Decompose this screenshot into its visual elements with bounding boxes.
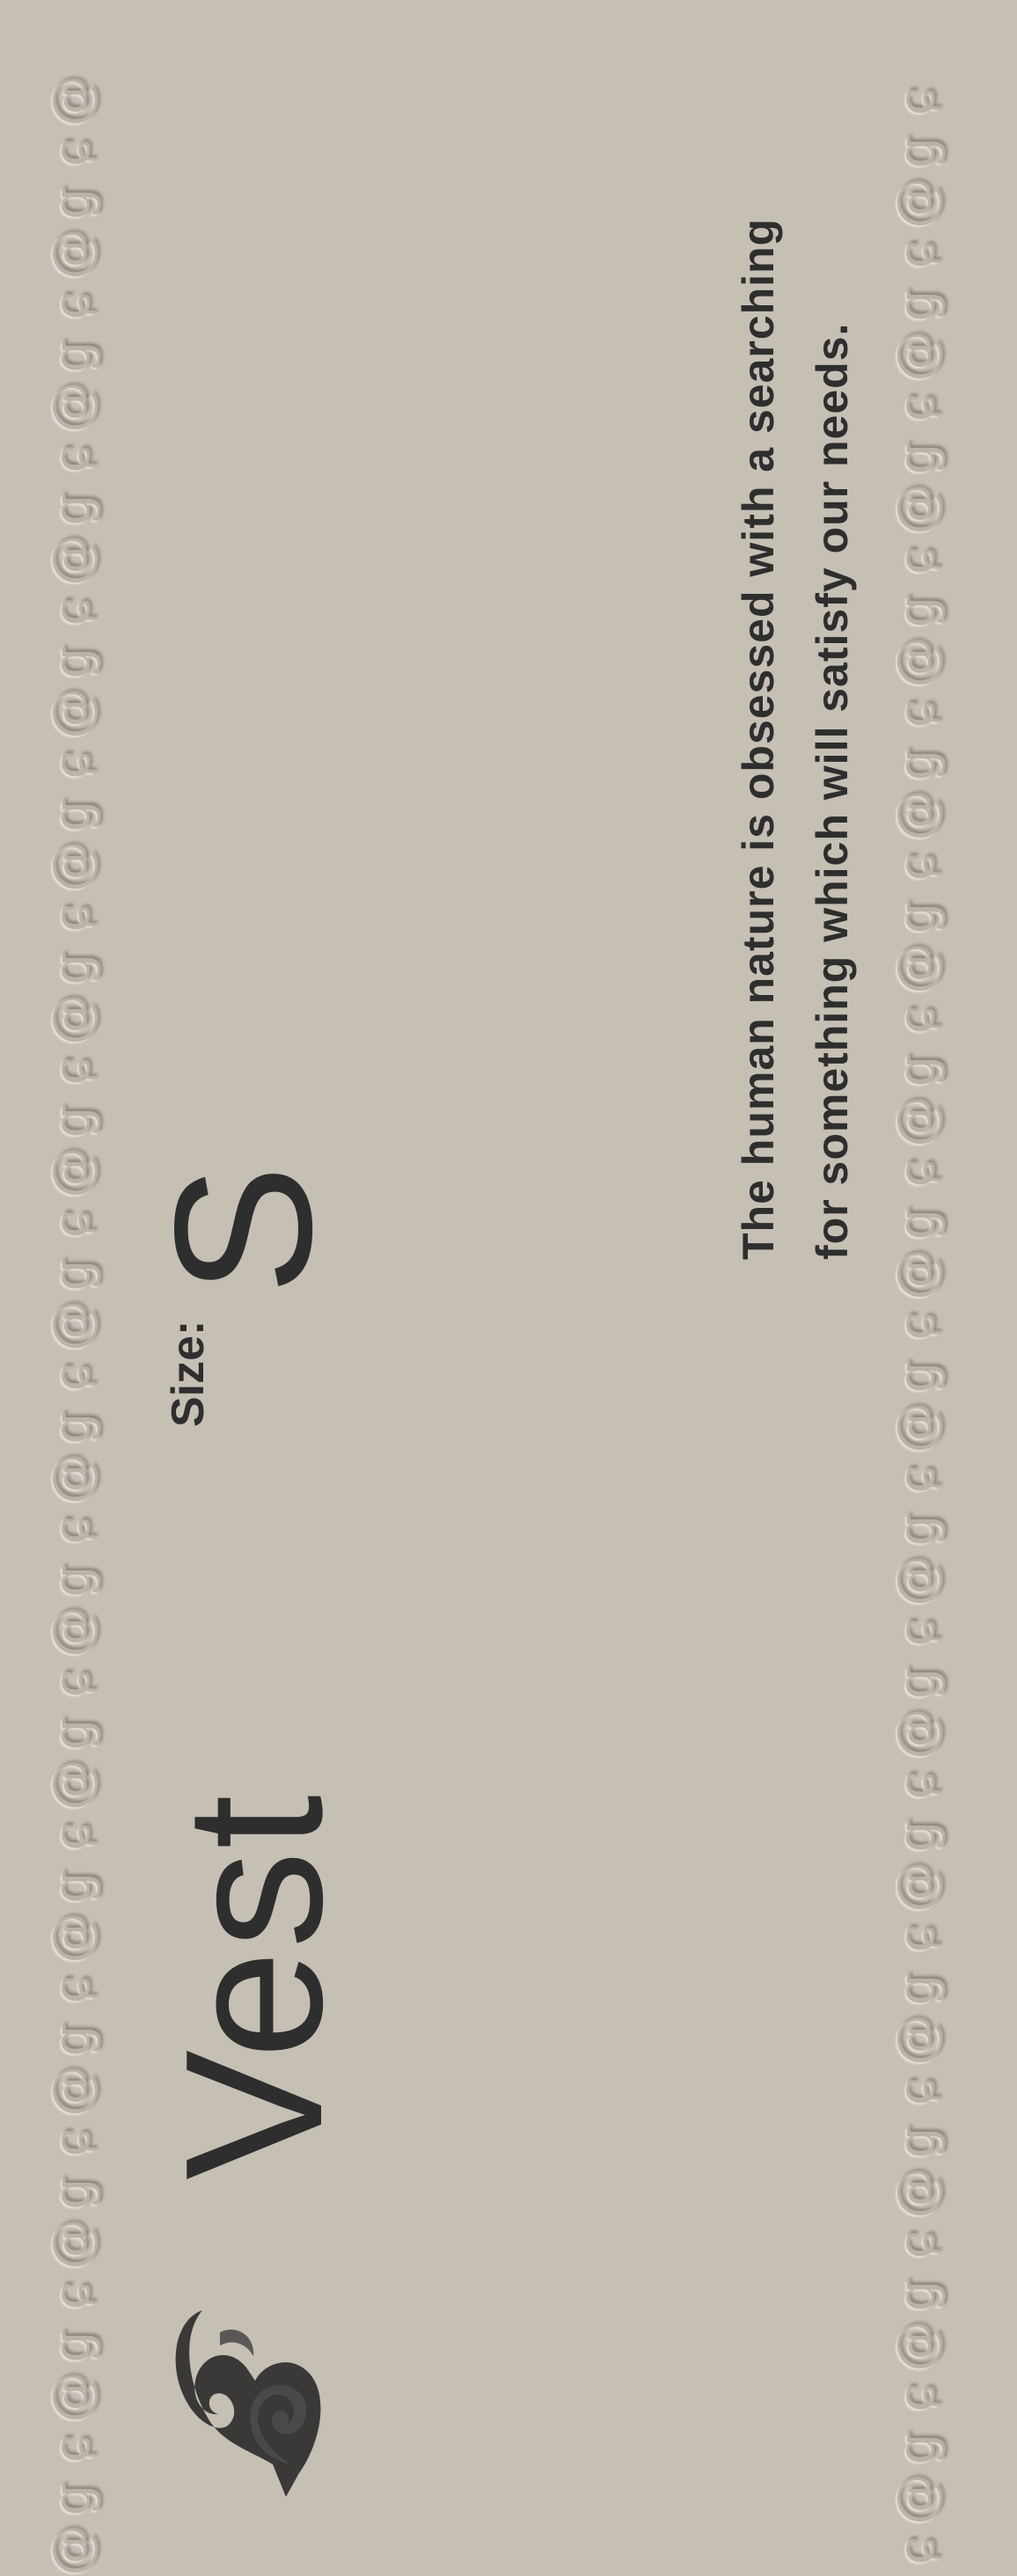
border-ornament-glyph: ɕ: [886, 2536, 946, 2565]
tagline-line-1: The human nature is obsessed with a sear…: [734, 217, 783, 1260]
border-ornament-glyph: @: [41, 2525, 101, 2576]
tagline: The human nature is obsessed with a sear…: [721, 218, 869, 1260]
size-value: S: [135, 1164, 353, 1295]
product-title: Vest: [145, 1793, 363, 2180]
left-ornament-border: @ ɕ ց @ ɕ ց @ ɕ ց @ ɕ ց @ ɕ ց @ ɕ ց @ ɕ ց @ ɕ ց @ ɕ ց @ ɕ ց @ ɕ ց @ ɕ ց @ ɕ ց @…: [33, 0, 109, 2576]
tagline-line-2: for something which will satisfy our nee…: [808, 322, 857, 1260]
size-label: Size:: [163, 1320, 214, 1427]
right-ornament-border: ɕ ց @ ɕ ց @ ɕ ց @ ɕ ց @ ɕ ց @ ɕ ց @ ɕ ց @ ɕ ց @ ɕ ց @ ɕ ց @ ɕ ց @ ɕ ց @ ɕ ց @ ɕ…: [878, 0, 954, 2576]
swirl-heart-logo-icon: [175, 2310, 321, 2497]
